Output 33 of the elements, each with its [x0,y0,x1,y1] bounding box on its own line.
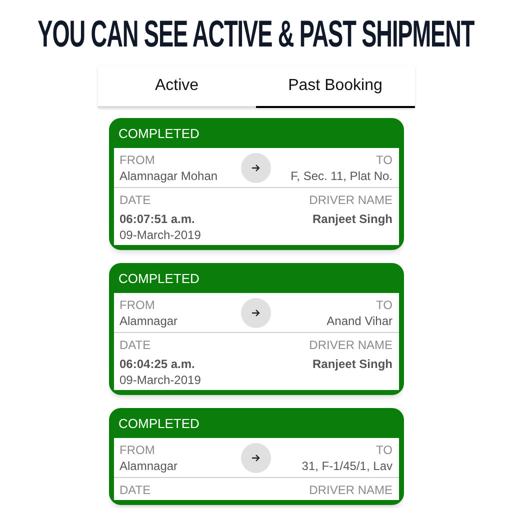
date-label: DATE [120,482,151,498]
driver-label: DRIVER NAME [309,482,392,498]
to-label: TO [376,296,392,312]
booking-card[interactable]: COMPLETED FROM Alamnagar Mohan TO F, Sec. 11, Plat No. DATE 06:07:51 a.m. 09-March-2019 DRIVER NAME Ranjeet Singh [108,118,404,250]
to-location: F, Sec. 11, Plat No. [290,168,392,184]
from-label: FROM [120,296,156,312]
date-label: DATE [120,192,152,208]
driver-name: Ranjeet Singh [312,211,392,227]
from-location: Alamnagar [120,458,179,474]
booking-time: 06:04:25 a.m. [120,356,196,372]
status-label: COMPLETED [118,125,200,143]
status-label: COMPLETED [118,415,200,433]
booking-card[interactable]: COMPLETED FROM Alamnagar TO Anand Vihar DATE 06:04:25 a.m. 09-March-2019 DRIVER NAME Ranjeet Singh [108,263,404,395]
from-location: Alamnagar Mohan [120,168,219,184]
from-label: FROM [120,442,156,458]
to-location: Anand Vihar [326,312,392,328]
booking-date: 09-March-2019 [120,227,201,243]
tab[interactable]: Past Booking [256,66,414,108]
driver-name: Ranjeet Singh [312,356,392,372]
booking-card[interactable]: COMPLETED FROM Alamnagar TO 31, F-1/45/1, Lav DATE DRIVER NAME [108,408,404,505]
to-location: 31, F-1/45/1, Lav [302,458,392,474]
booking-date: 09-March-2019 [120,372,201,388]
tab[interactable]: Active [98,66,256,108]
headline: YOU CAN SEE ACTIVE & PAST SHIPMENT [38,10,474,56]
driver-label: DRIVER NAME [309,337,392,353]
from-location: Alamnagar [120,312,179,328]
status-label: COMPLETED [118,270,200,288]
date-label: DATE [120,337,152,353]
to-label: TO [376,442,392,458]
to-label: TO [376,152,392,168]
from-label: FROM [120,152,156,168]
booking-time: 06:07:51 a.m. [120,211,196,227]
driver-label: DRIVER NAME [309,192,392,208]
